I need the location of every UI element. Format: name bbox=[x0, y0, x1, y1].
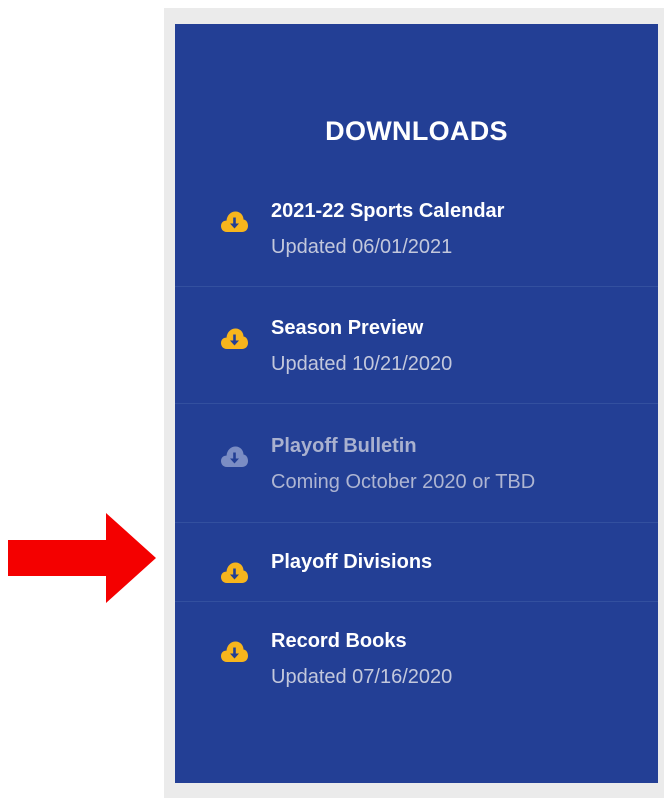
download-item-record-books[interactable]: Record Books Updated 07/16/2020 bbox=[175, 630, 658, 716]
download-item-sports-calendar[interactable]: 2021-22 Sports Calendar Updated 06/01/20… bbox=[175, 200, 658, 286]
cloud-download-icon bbox=[221, 446, 248, 467]
cloud-download-icon bbox=[221, 328, 248, 349]
download-item-status: Coming October 2020 or TBD bbox=[271, 471, 536, 493]
download-item-playoff-bulletin: Playoff Bulletin Coming October 2020 or … bbox=[175, 435, 658, 521]
downloads-panel: DOWNLOADS 2021-22 Sports Calendar Update… bbox=[175, 24, 658, 783]
red-arrow-icon bbox=[8, 513, 156, 603]
download-item-label: Playoff Divisions bbox=[271, 551, 433, 573]
download-item-season-preview[interactable]: Season Preview Updated 10/21/2020 bbox=[175, 317, 658, 403]
download-item-playoff-divisions[interactable]: Playoff Divisions bbox=[175, 551, 658, 601]
cloud-download-icon bbox=[221, 211, 248, 232]
download-item-label: 2021-22 Sports Calendar bbox=[271, 200, 505, 222]
download-item-label: Season Preview bbox=[271, 317, 424, 339]
divider bbox=[175, 403, 658, 404]
download-item-status: Updated 07/16/2020 bbox=[271, 666, 453, 688]
download-item-label: Playoff Bulletin bbox=[271, 435, 417, 457]
divider bbox=[175, 522, 658, 523]
cloud-download-icon bbox=[221, 562, 248, 583]
cloud-download-icon bbox=[221, 641, 248, 662]
divider bbox=[175, 601, 658, 602]
divider bbox=[175, 286, 658, 287]
download-item-status: Updated 10/21/2020 bbox=[271, 353, 453, 375]
download-item-label: Record Books bbox=[271, 630, 407, 652]
download-item-status: Updated 06/01/2021 bbox=[271, 236, 453, 258]
downloads-title: DOWNLOADS bbox=[325, 116, 508, 146]
